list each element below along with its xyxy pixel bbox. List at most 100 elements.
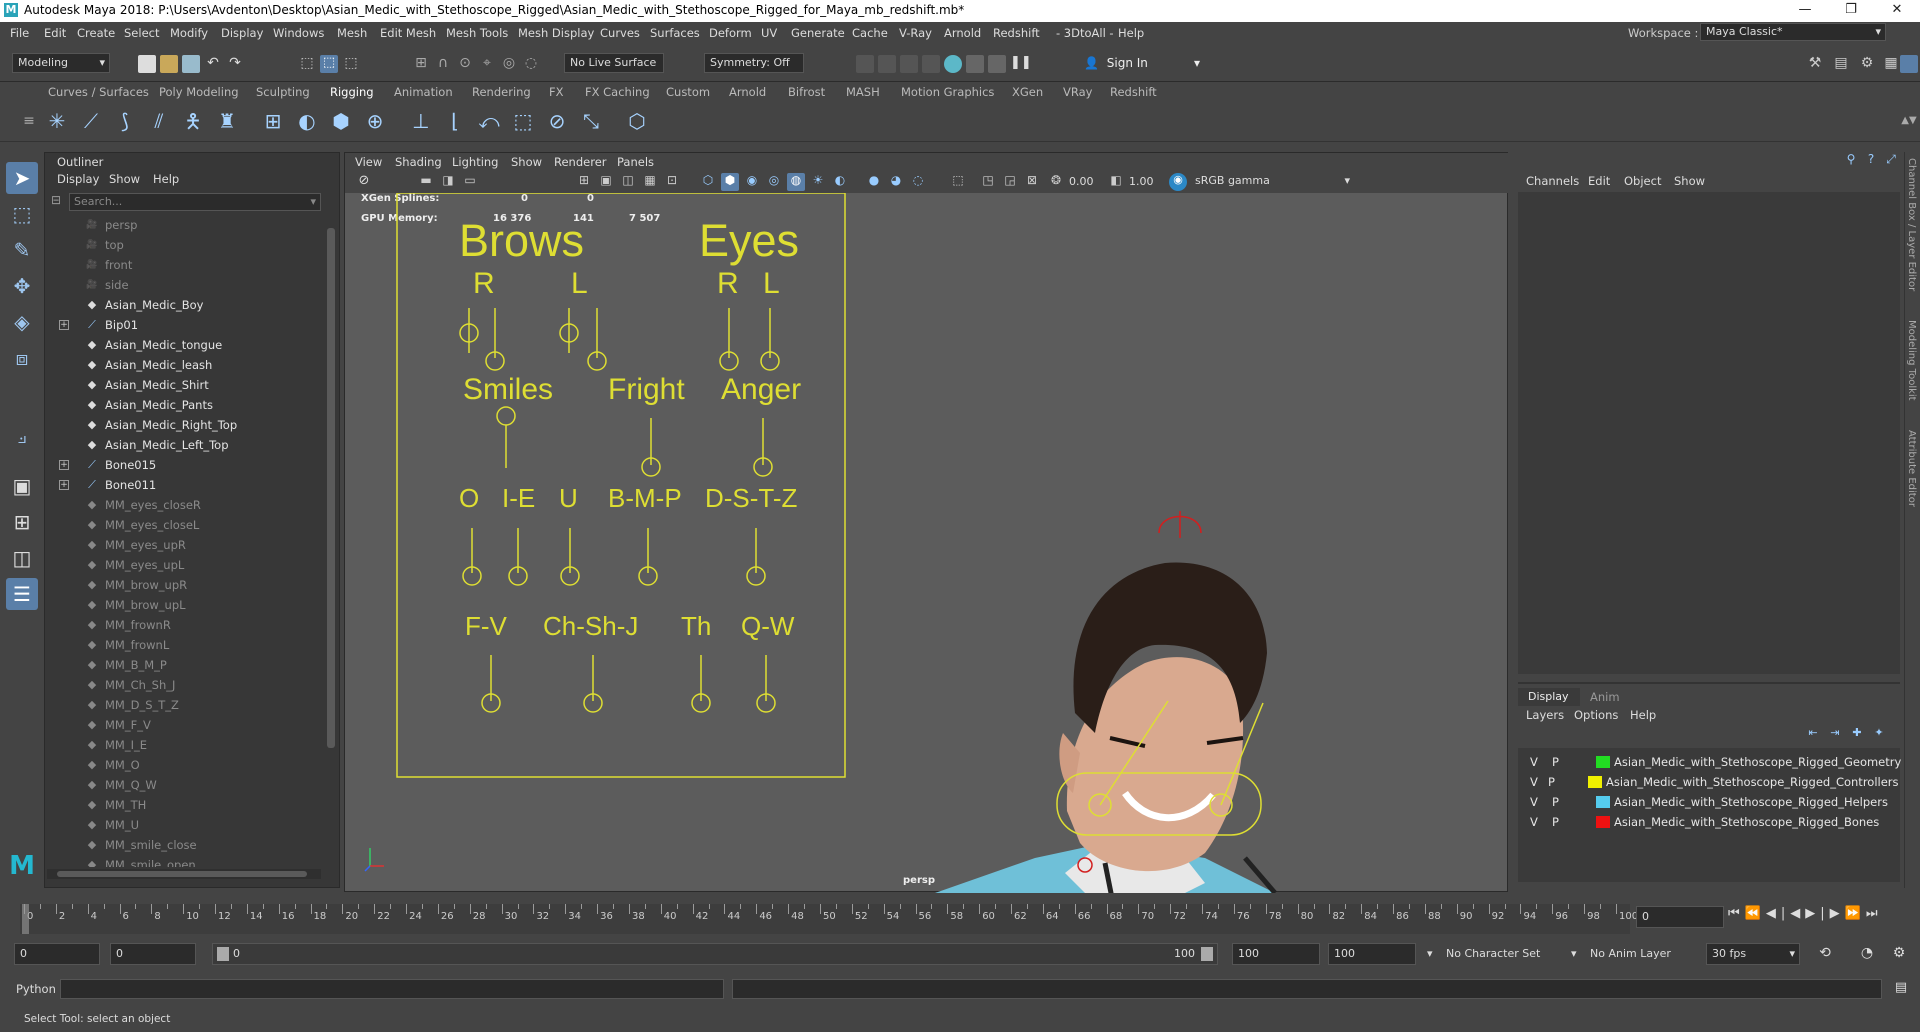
outliner-item[interactable]: + ⟋ Bip01 — [45, 315, 325, 335]
expand-icon[interactable]: + — [59, 320, 69, 330]
tab-bifrost[interactable]: Bifrost — [788, 85, 825, 99]
tab-mash[interactable]: MASH — [846, 85, 880, 99]
outliner-item[interactable]: ◆ MM_frownL — [45, 635, 325, 655]
scale-constraint-icon[interactable]: ⊘ — [544, 108, 570, 134]
scale-tool-icon[interactable]: ⧈ — [6, 342, 38, 374]
aim-constraint-icon[interactable]: ⤡ — [578, 108, 604, 134]
outliner-item[interactable]: ◆ MM_Ch_Sh_J — [45, 675, 325, 695]
expand-icon[interactable]: + — [59, 460, 69, 470]
outliner-item[interactable]: ◆ MM_eyes_closeR — [45, 495, 325, 515]
select-tool-icon[interactable]: ➤ — [6, 162, 38, 194]
mode-select[interactable]: Modeling ▾ — [12, 53, 110, 73]
outliner-hscrollbar[interactable] — [47, 869, 321, 879]
tab-poly-modeling[interactable]: Poly Modeling — [159, 85, 239, 99]
shadows-icon[interactable]: ☀ — [809, 173, 827, 191]
layer-move-up-icon[interactable]: ⇤ — [1804, 726, 1822, 744]
outliner-item[interactable]: 🎥 top — [45, 235, 325, 255]
tab-curves-surfaces[interactable]: Curves / Surfaces — [48, 85, 149, 99]
range-end-handle[interactable] — [1201, 947, 1213, 961]
range-start-handle[interactable] — [217, 947, 229, 961]
side-tab-channel-box[interactable]: Channel Box / Layer Editor — [1906, 158, 1917, 291]
playback-start-field[interactable]: 0 — [110, 943, 196, 965]
menu-mesh-display[interactable]: Mesh Display — [518, 26, 594, 40]
hypershade-icon[interactable] — [944, 55, 962, 73]
cluster-icon[interactable]: ⊕ — [362, 108, 388, 134]
layer-color-swatch[interactable] — [1596, 796, 1610, 808]
outliner-item[interactable]: ◆ MM_U — [45, 815, 325, 835]
layer-menu-options[interactable]: Options — [1574, 708, 1618, 722]
layer-visibility-toggle[interactable]: V — [1530, 772, 1538, 792]
motion-blur-icon[interactable]: ● — [865, 173, 883, 191]
wireframe-on-shaded-icon[interactable]: ◉ — [743, 173, 761, 191]
outliner-item[interactable]: ◆ Asian_Medic_Left_Top — [45, 435, 325, 455]
orient-constraint-icon[interactable]: ⬚ — [510, 108, 536, 134]
layer-visibility-toggle[interactable]: V — [1530, 812, 1538, 832]
outliner-scrollbar[interactable] — [327, 228, 335, 748]
go-to-end-icon[interactable]: ⏭ — [1866, 906, 1883, 921]
snap-view-icon[interactable]: ⌖ — [478, 55, 496, 73]
outliner-item[interactable]: ◆ MM_smile_open — [45, 855, 325, 867]
outliner-item[interactable]: ◆ MM_D_S_T_Z — [45, 695, 325, 715]
paint-weights-icon[interactable]: ◐ — [294, 108, 320, 134]
gamma-icon[interactable]: ◧ — [1107, 173, 1125, 191]
cb-settings-icon[interactable]: ⤢ — [1882, 152, 1900, 170]
render-icon[interactable] — [856, 55, 874, 73]
layer-color-swatch[interactable] — [1596, 816, 1610, 828]
tab-vray[interactable]: VRay — [1063, 85, 1092, 99]
channel-box-icon[interactable]: ▦ — [1882, 55, 1900, 73]
ik-handle-icon[interactable]: ⟋ — [78, 108, 104, 134]
search-options-icon[interactable]: ⊟ — [47, 193, 65, 211]
outliner-item[interactable]: 🎥 persp — [45, 215, 325, 235]
step-forward-frame-icon[interactable]: |▶ — [1820, 906, 1844, 921]
menu-select[interactable]: Select — [124, 26, 159, 40]
command-input[interactable] — [60, 979, 724, 999]
cb-menu-show[interactable]: Show — [1674, 174, 1705, 188]
layer-visibility-toggle[interactable]: V — [1530, 752, 1538, 772]
loop-icon[interactable]: ⟲ — [1816, 945, 1834, 963]
menu-curves[interactable]: Curves — [600, 26, 640, 40]
exposure-value[interactable]: 0.00 — [1069, 175, 1094, 188]
camera-attributes-icon[interactable]: ▬ — [417, 173, 435, 191]
shelf-scroll-icon[interactable]: ▲▼ — [1896, 108, 1920, 134]
search-input[interactable]: Search... ▾ — [69, 193, 321, 211]
redo-icon[interactable]: ↷ — [226, 55, 244, 73]
isolate-select-icon[interactable]: ⬚ — [949, 173, 967, 191]
single-view-icon[interactable]: ▣ — [6, 470, 38, 502]
tab-sculpting[interactable]: Sculpting — [256, 85, 310, 99]
anim-layer-select[interactable]: ▾ No Anim Layer — [1571, 943, 1694, 965]
image-plane-icon[interactable]: ▭ — [461, 173, 479, 191]
outliner-menu-show[interactable]: Show — [109, 172, 140, 186]
tab-custom[interactable]: Custom — [666, 85, 710, 99]
outliner-menu-help[interactable]: Help — [153, 172, 179, 186]
open-scene-icon[interactable] — [160, 55, 178, 73]
current-frame-field[interactable]: 0 — [1636, 906, 1724, 928]
select-hierarchy-icon[interactable]: ⬚ — [298, 55, 316, 73]
expand-icon[interactable]: + — [59, 480, 69, 490]
time-slider[interactable]: 0 2 4 6 8 10 12 14 16 18 20 22 24 26 28 30 32 34 36 38 40 42 4… — [0, 896, 1920, 936]
xray-joints-icon[interactable]: ⊠ — [1023, 173, 1041, 191]
save-scene-icon[interactable] — [182, 55, 200, 73]
menu-mesh[interactable]: Mesh — [337, 26, 367, 40]
parent-constraint-icon[interactable]: ⌊ — [442, 108, 468, 134]
step-back-key-icon[interactable]: ⏪ — [1745, 906, 1766, 921]
resolution-gate-icon[interactable]: ◫ — [619, 173, 637, 191]
camera-select-icon[interactable]: ⊘ — [355, 173, 373, 191]
layer-color-swatch[interactable] — [1588, 776, 1602, 788]
live-surface-field[interactable]: No Live Surface — [564, 53, 664, 73]
rotate-tool-icon[interactable]: ◈ — [6, 306, 38, 338]
joint-tool-icon[interactable]: ✳ — [44, 108, 70, 134]
ipr-render-icon[interactable] — [900, 55, 918, 73]
layout-icon[interactable] — [1900, 55, 1918, 73]
outliner-item[interactable]: ◆ Asian_Medic_Right_Top — [45, 415, 325, 435]
command-language-label[interactable]: Python — [16, 982, 56, 996]
outliner-item[interactable]: + ⟋ Bone015 — [45, 455, 325, 475]
modeling-toolkit-icon[interactable]: ⚒ — [1806, 55, 1824, 73]
layer-menu-help[interactable]: Help — [1630, 708, 1656, 722]
outliner-item[interactable]: ◆ MM_TH — [45, 795, 325, 815]
menu-arnold[interactable]: Arnold — [944, 26, 981, 40]
pause-icon[interactable]: ❚❚ — [1010, 55, 1032, 73]
step-back-frame-icon[interactable]: ◀| — [1766, 906, 1790, 921]
tab-rigging[interactable]: Rigging — [330, 85, 374, 99]
depth-of-field-icon[interactable]: ◌ — [909, 173, 927, 191]
outliner-item[interactable]: ◆ MM_brow_upL — [45, 595, 325, 615]
